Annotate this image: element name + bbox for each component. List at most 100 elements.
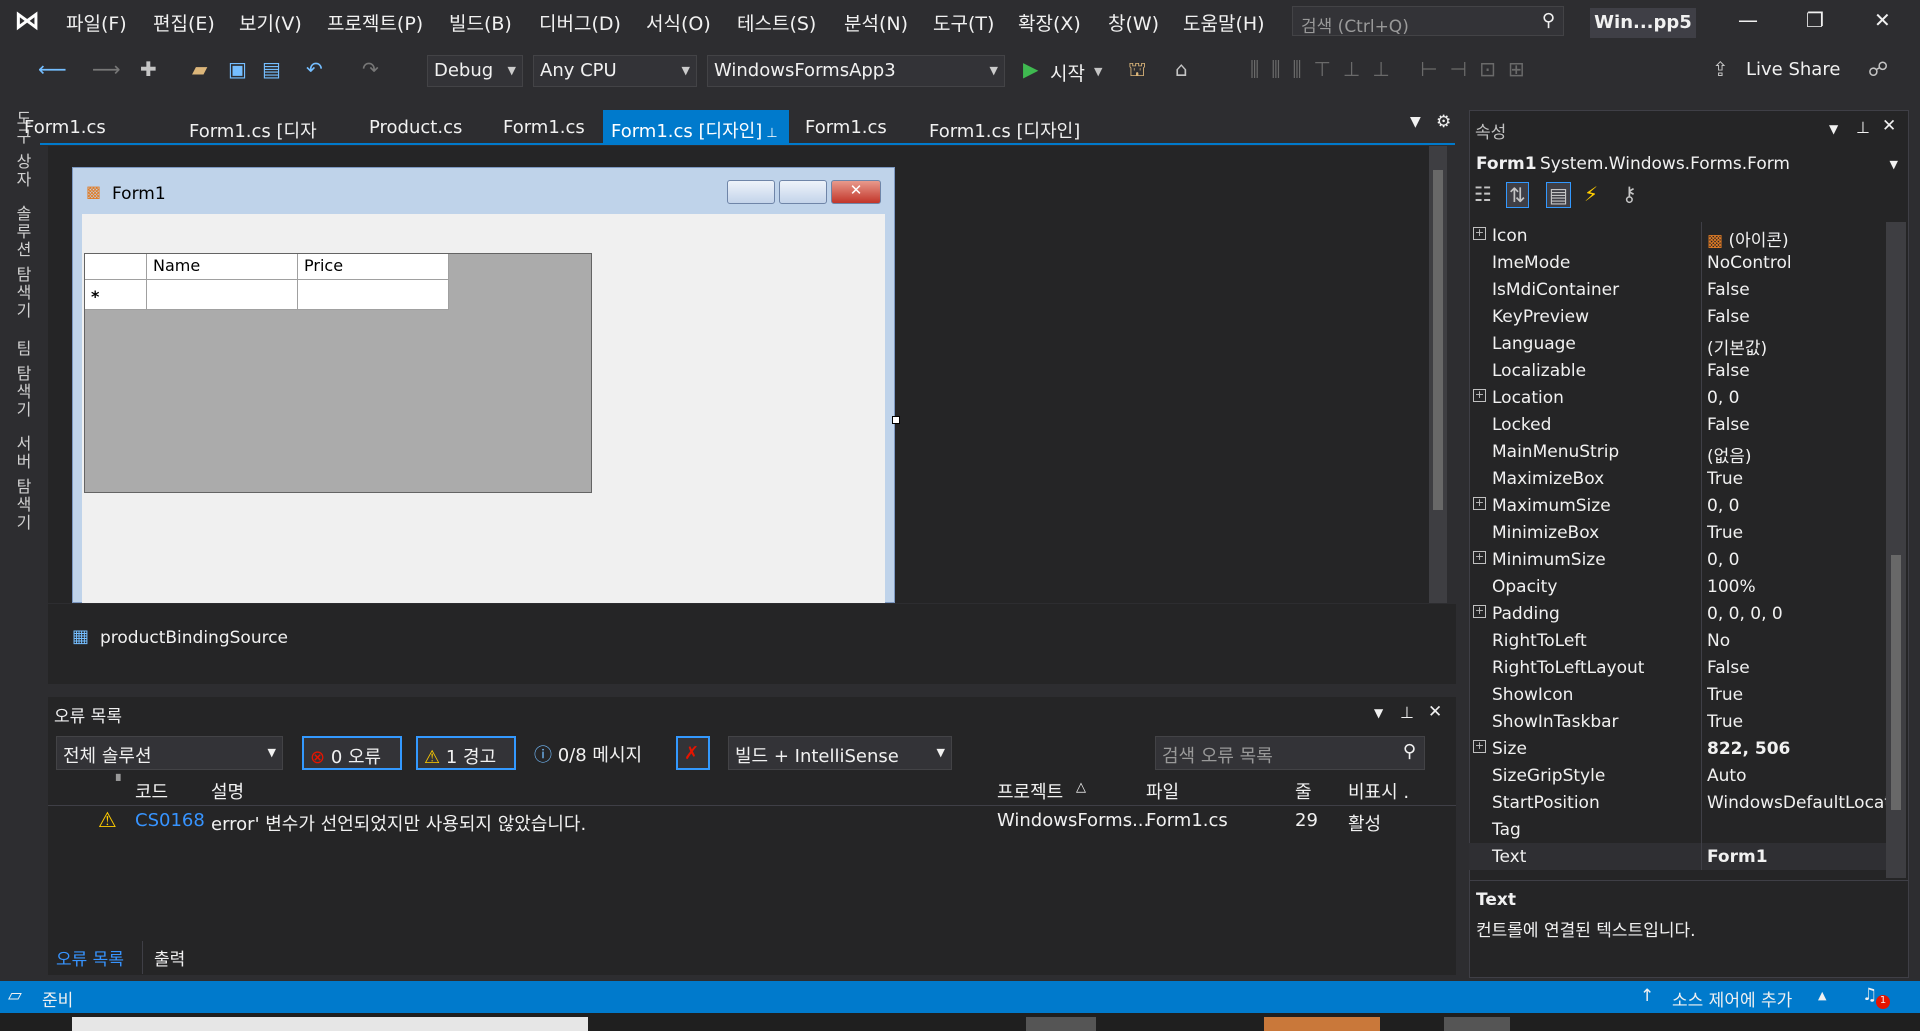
- start-button[interactable]: 시작: [1050, 59, 1085, 86]
- grid-column-header[interactable]: Name: [147, 254, 298, 280]
- property-value[interactable]: False: [1707, 280, 1887, 300]
- open-file-icon[interactable]: ▰: [192, 57, 207, 81]
- property-value[interactable]: NoControl: [1707, 253, 1887, 273]
- tab-error-list[interactable]: 오류 목록: [56, 945, 124, 970]
- property-row[interactable]: IsMdiContainer False: [1469, 276, 1889, 303]
- property-row[interactable]: + Icon ▩ (아이콘): [1469, 222, 1889, 251]
- property-row[interactable]: MinimizeBox True: [1469, 519, 1889, 546]
- save-icon[interactable]: ▣: [228, 57, 247, 81]
- screenshot-icon[interactable]: ⌂: [1175, 57, 1188, 81]
- property-row[interactable]: + MinimumSize 0, 0: [1469, 546, 1889, 573]
- property-value[interactable]: False: [1707, 361, 1887, 381]
- menu-item[interactable]: 분석(N): [844, 9, 908, 36]
- menu-item[interactable]: 확장(X): [1018, 9, 1081, 36]
- redo-icon[interactable]: ↷: [362, 57, 379, 81]
- vs-logo-icon[interactable]: ⋈: [14, 6, 40, 36]
- clear-filter-button[interactable]: ✗: [676, 736, 710, 770]
- property-row[interactable]: + Padding 0, 0, 0, 0: [1469, 600, 1889, 627]
- scope-select[interactable]: 전체 솔루션 ▼: [56, 736, 283, 770]
- scrollbar-thumb[interactable]: [1433, 170, 1443, 510]
- property-value[interactable]: 0, 0: [1707, 496, 1887, 516]
- property-row[interactable]: MaximizeBox True: [1469, 465, 1889, 492]
- chevron-down-icon[interactable]: ▼: [1374, 706, 1383, 720]
- property-value[interactable]: WindowsDefaultLocat: [1707, 793, 1887, 813]
- undo-icon[interactable]: ↶: [306, 57, 323, 81]
- property-value[interactable]: 0, 0: [1707, 550, 1887, 570]
- binding-source-component[interactable]: productBindingSource: [100, 628, 288, 648]
- expand-icon[interactable]: +: [1473, 740, 1486, 753]
- messages-filter-button[interactable]: ⓘ 0/8 메시지: [528, 736, 658, 770]
- menu-item[interactable]: 파일(F): [66, 9, 127, 36]
- property-row[interactable]: Opacity 100%: [1469, 573, 1889, 600]
- property-row[interactable]: ShowIcon True: [1469, 681, 1889, 708]
- object-select[interactable]: Form1 System.Windows.Forms.Form ▼: [1472, 150, 1906, 178]
- data-grid-view[interactable]: Name Price *: [84, 253, 592, 493]
- property-value[interactable]: True: [1707, 523, 1887, 543]
- property-value[interactable]: 822, 506: [1707, 739, 1887, 759]
- categorized-icon[interactable]: ☷: [1474, 182, 1492, 206]
- property-row[interactable]: + Size 822, 506: [1469, 735, 1889, 762]
- live-share-icon[interactable]: ⇪: [1712, 57, 1729, 81]
- menu-item[interactable]: 프로젝트(P): [327, 9, 423, 36]
- browser-link-icon[interactable]: ⛫: [1128, 57, 1146, 84]
- column-header-suppression[interactable]: 비표시 .: [1348, 778, 1409, 804]
- tab-output[interactable]: 출력: [154, 945, 185, 970]
- start-play-icon[interactable]: ▶: [1023, 57, 1038, 81]
- warnings-filter-button[interactable]: ⚠ 1 경고: [416, 736, 516, 770]
- gear-icon[interactable]: ⚙: [1436, 112, 1451, 132]
- close-icon[interactable]: ✕: [1874, 8, 1891, 32]
- close-icon[interactable]: ✕: [1428, 702, 1442, 722]
- property-value[interactable]: True: [1707, 469, 1887, 489]
- property-value[interactable]: No: [1707, 631, 1887, 651]
- document-tab[interactable]: Form1.cs [디자인]: [912, 110, 1132, 144]
- close-icon[interactable]: ✕: [1882, 116, 1896, 136]
- grid-cell[interactable]: [298, 280, 449, 310]
- save-all-icon[interactable]: ▤: [262, 57, 281, 81]
- menu-item[interactable]: 도구(T): [933, 9, 994, 36]
- resize-handle[interactable]: [892, 416, 900, 424]
- pin-icon[interactable]: ⊥: [1400, 703, 1414, 722]
- property-value[interactable]: False: [1707, 307, 1887, 327]
- property-value[interactable]: True: [1707, 685, 1887, 705]
- bell-icon[interactable]: ♫: [1862, 985, 1877, 1005]
- expand-icon[interactable]: +: [1473, 227, 1486, 240]
- expand-icon[interactable]: +: [1473, 389, 1486, 402]
- minimize-icon[interactable]: —: [1738, 8, 1758, 32]
- property-value[interactable]: 100%: [1707, 577, 1887, 597]
- property-row[interactable]: MainMenuStrip (없음): [1469, 438, 1889, 467]
- menu-item[interactable]: 도움말(H): [1183, 9, 1265, 36]
- alphabetical-icon[interactable]: ⇅: [1506, 182, 1529, 208]
- side-tab[interactable]: 솔루션 탐색기: [10, 205, 34, 320]
- error-code-link[interactable]: CS0168: [135, 810, 205, 831]
- pin-icon[interactable]: ⊥: [762, 126, 777, 141]
- property-row[interactable]: Localizable False: [1469, 357, 1889, 384]
- grid-column-header[interactable]: Price: [298, 254, 449, 280]
- property-value[interactable]: 0, 0: [1707, 388, 1887, 408]
- search-input[interactable]: 검색 (Ctrl+Q) ⚲: [1292, 6, 1564, 37]
- property-row[interactable]: KeyPreview False: [1469, 303, 1889, 330]
- menu-item[interactable]: 디버그(D): [539, 9, 621, 36]
- property-row[interactable]: + MaximumSize 0, 0: [1469, 492, 1889, 519]
- tab-overflow-icon[interactable]: ▼: [1410, 114, 1421, 130]
- property-row[interactable]: RightToLeftLayout False: [1469, 654, 1889, 681]
- feedback-icon[interactable]: ☍: [1868, 57, 1888, 81]
- property-row[interactable]: ImeMode NoControl: [1469, 249, 1889, 276]
- property-row[interactable]: Locked False: [1469, 411, 1889, 438]
- source-select[interactable]: 빌드 + IntelliSense ▼: [728, 736, 952, 770]
- props-scrollbar-thumb[interactable]: [1891, 555, 1901, 810]
- properties-icon[interactable]: ▤: [1546, 182, 1571, 208]
- document-tab[interactable]: Form1.cs [디자인]: [172, 110, 324, 168]
- events-icon[interactable]: ⚡: [1584, 182, 1598, 206]
- property-row[interactable]: Language (기본값): [1469, 330, 1889, 359]
- document-tab[interactable]: Form1.cs [디자인] ⊥ ✕: [603, 110, 789, 164]
- property-row[interactable]: ShowInTaskbar True: [1469, 708, 1889, 735]
- column-header-code[interactable]: 코드: [135, 778, 168, 804]
- document-tab[interactable]: Form1.cs: [7, 110, 157, 144]
- property-pages-icon[interactable]: ⚷: [1622, 182, 1637, 206]
- property-row[interactable]: + Location 0, 0: [1469, 384, 1889, 411]
- column-header-line[interactable]: 줄: [1295, 778, 1312, 804]
- grid-cell[interactable]: [147, 280, 298, 310]
- chevron-down-icon[interactable]: ▼: [1094, 65, 1102, 78]
- property-value[interactable]: 0, 0, 0, 0: [1707, 604, 1887, 624]
- startup-project-select[interactable]: WindowsFormsApp3 ▼: [707, 55, 1005, 87]
